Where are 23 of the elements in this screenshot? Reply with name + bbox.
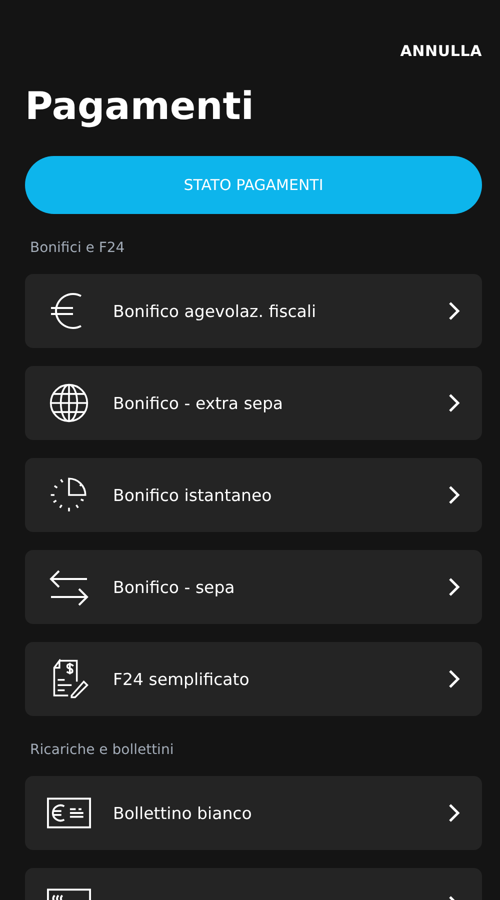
chevron-right-icon <box>448 485 460 505</box>
chevron-right-icon <box>448 301 460 321</box>
chevron-right-icon <box>448 577 460 597</box>
section-heading: Bonifici e F24 <box>30 239 126 258</box>
payment-option[interactable]: Bonifico - extra sepa <box>25 366 482 440</box>
option-label: F24 semplificato <box>113 670 250 688</box>
cancel-button[interactable]: ANNULLA <box>400 42 482 60</box>
chevron-right-icon <box>448 803 460 823</box>
payment-option[interactable]: Bollettino bianco <box>25 776 482 850</box>
payment-option[interactable]: Bonifico - sepa <box>25 550 482 624</box>
option-label: Bollettino bianco <box>113 804 253 822</box>
payment-option[interactable]: Bonifico agevolaz. fiscali <box>25 274 482 348</box>
globe-icon <box>47 383 91 423</box>
section-heading: Ricariche e bollettini <box>30 741 175 760</box>
option-label: Bonifico - sepa <box>113 578 236 596</box>
option-label: Bonifico istantaneo <box>113 486 273 504</box>
chevron-right-icon <box>448 669 460 689</box>
payment-option[interactable]: Bonifico istantaneo <box>25 458 482 532</box>
page-title: Pagamenti <box>25 83 255 130</box>
option-label: Bonifico - extra sepa <box>113 394 284 412</box>
payment-option[interactable]: F24 semplificato <box>25 642 482 716</box>
option-label: Bonifico agevolaz. fiscali <box>113 302 318 320</box>
chevron-right-icon <box>448 393 460 413</box>
